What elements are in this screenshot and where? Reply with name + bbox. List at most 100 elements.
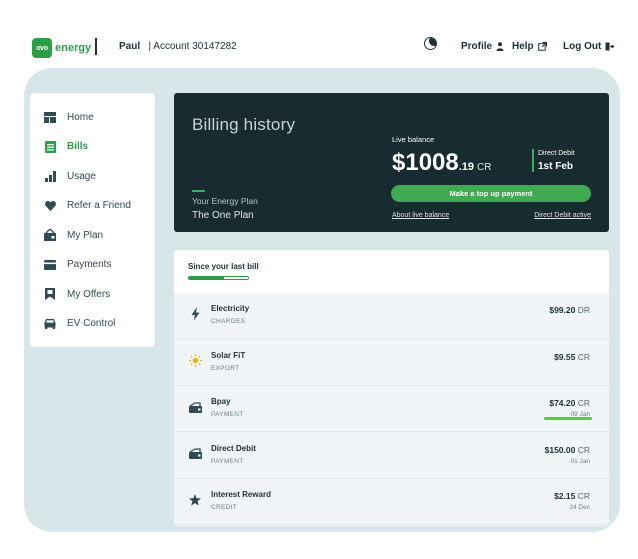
- sidebar-item-label: Refer a Friend: [67, 200, 131, 211]
- sidebar-item-bills[interactable]: Bills: [43, 138, 88, 156]
- card-icon: [43, 259, 57, 271]
- sidebar-item-payments[interactable]: Payments: [43, 256, 111, 274]
- external-link-icon: [537, 42, 547, 51]
- logo-text: energy: [55, 42, 92, 54]
- transaction-name: Bpay: [211, 397, 231, 406]
- since-progress-track: [188, 276, 249, 280]
- sidebar-item-label: Payments: [67, 259, 112, 270]
- logo-badge: ovo: [32, 38, 52, 58]
- bills-icon: [43, 140, 57, 153]
- sidebar-item-label: Home: [67, 111, 94, 123]
- transaction-name: Electricity: [211, 304, 250, 313]
- plan-label: Your Energy Plan: [192, 196, 258, 206]
- sidebar-item-ev-control[interactable]: EV Control: [43, 315, 115, 333]
- profile-link[interactable]: Profile: [461, 41, 504, 52]
- sidebar-item-home[interactable]: Home: [43, 108, 94, 126]
- amount-value: $74.20: [549, 398, 576, 408]
- billing-hero: Billing history Your Energy Plan The One…: [174, 93, 609, 232]
- help-link[interactable]: Help: [512, 41, 547, 52]
- transaction-date: 24 Dec: [569, 504, 590, 511]
- amount-value: $99.20: [549, 305, 576, 315]
- sidebar-item-label: Usage: [67, 170, 96, 182]
- bookmark-icon: [43, 288, 57, 300]
- topup-button[interactable]: Make a top up payment: [391, 185, 591, 202]
- transaction-amount: $74.20 CR: [549, 398, 590, 408]
- sidebar-nav: Home Bills Usage Refer a Friend My Plan Payme…: [30, 93, 155, 347]
- since-last-bill-header: Since your last bill: [174, 250, 609, 293]
- header-divider: [95, 38, 97, 55]
- since-last-bill-label: Since your last bill: [188, 262, 259, 271]
- user-name: Paul: [119, 41, 141, 52]
- sidebar-item-label: My Offers: [67, 288, 111, 300]
- transaction-type: EXPORT: [211, 364, 240, 372]
- plan-accent: [192, 190, 205, 192]
- dark-mode-icon[interactable]: [424, 37, 437, 50]
- transaction-name: Direct Debit: [211, 443, 256, 453]
- transaction-type: PAYMENT: [211, 411, 244, 418]
- sidebar-item-refer-a-friend[interactable]: Refer a Friend: [43, 197, 131, 215]
- plan-icon: [43, 229, 57, 241]
- page-title: Billing history: [192, 115, 296, 134]
- transaction-amount: $99.20 DR: [549, 305, 590, 315]
- transactions-card: Since your last bill Electricity CHARGES $…: [174, 250, 609, 526]
- sun-icon: [188, 354, 202, 368]
- transaction-amount: $9.55 CR: [554, 352, 590, 362]
- transaction-date: 01 Jan: [570, 457, 590, 465]
- amount-value: $2.15: [554, 491, 576, 501]
- transaction-type: CREDIT: [211, 504, 237, 511]
- transaction-row[interactable]: Direct Debit PAYMENT $150.00 CR 01 Jan: [174, 433, 609, 479]
- balance-currency: $: [392, 149, 406, 176]
- transaction-row[interactable]: Bpay PAYMENT $74.20 CR 09 Jan: [174, 386, 609, 432]
- transaction-amount: $150.00 CR: [545, 445, 590, 455]
- transaction-name: Solar FiT: [211, 350, 246, 360]
- sidebar-item-my-offers[interactable]: My Offers: [43, 285, 110, 303]
- balance-decimal: .19: [458, 161, 475, 173]
- balance-whole: 1008: [405, 149, 459, 176]
- direct-debit-active-link[interactable]: Direct Debit active: [534, 212, 591, 219]
- amount-value: $9.55: [554, 351, 576, 362]
- transaction-type: CHARGES: [211, 318, 246, 325]
- sidebar-item-my-plan[interactable]: My Plan: [43, 226, 103, 244]
- transaction-row[interactable]: Solar FiT EXPORT $9.55 CR: [174, 340, 609, 386]
- live-balance-label: Live balance: [392, 135, 435, 144]
- amount-suffix: CR: [577, 444, 590, 455]
- home-icon: [43, 111, 57, 123]
- sidebar-item-label: EV Control: [67, 318, 116, 329]
- amount-suffix: DR: [577, 305, 590, 315]
- account-info: Paul | Account 30147282: [119, 41, 237, 52]
- transaction-name: Interest Reward: [211, 490, 272, 499]
- person-icon: [496, 42, 504, 51]
- payment-icon: [188, 447, 202, 461]
- balance-suffix: CR: [477, 162, 492, 173]
- usage-chart-icon: [43, 170, 57, 182]
- sidebar-item-usage[interactable]: Usage: [43, 167, 96, 185]
- about-live-balance-link[interactable]: About live balance: [392, 212, 449, 219]
- lightning-icon: [188, 307, 202, 321]
- transaction-type: PAYMENT: [211, 457, 244, 465]
- plan-name: The One Plan: [192, 210, 254, 221]
- profile-label: Profile: [461, 41, 493, 52]
- star-icon: [188, 493, 202, 507]
- logout-icon: [605, 42, 615, 51]
- sidebar-item-label: My Plan: [67, 229, 104, 241]
- amount-suffix: CR: [577, 491, 590, 501]
- sidebar-item-label: Bills: [67, 141, 89, 152]
- transaction-amount: $2.15 CR: [554, 491, 590, 501]
- car-icon: [43, 318, 57, 330]
- direct-debit-date: 1st Feb: [538, 161, 574, 172]
- direct-debit-accent: [532, 149, 534, 172]
- ovo-logo[interactable]: ovo energy: [32, 38, 91, 58]
- logout-label: Log Out: [563, 41, 602, 52]
- direct-debit-label: Direct Debit: [538, 150, 575, 157]
- since-progress-fill: [189, 277, 225, 279]
- transaction-row[interactable]: Electricity CHARGES $99.20 DR: [174, 293, 609, 339]
- highlight-bar: [544, 417, 592, 420]
- live-balance-amount: $ 1008 .19 CR: [392, 149, 492, 177]
- logout-link[interactable]: Log Out: [563, 41, 615, 52]
- account-number: | Account 30147282: [148, 41, 237, 52]
- transaction-row[interactable]: Interest Reward CREDIT $2.15 CR 24 Dec: [174, 479, 609, 525]
- help-label: Help: [512, 41, 534, 52]
- heart-icon: [43, 200, 57, 212]
- amount-suffix: CR: [577, 351, 590, 362]
- amount-value: $150.00: [544, 444, 576, 455]
